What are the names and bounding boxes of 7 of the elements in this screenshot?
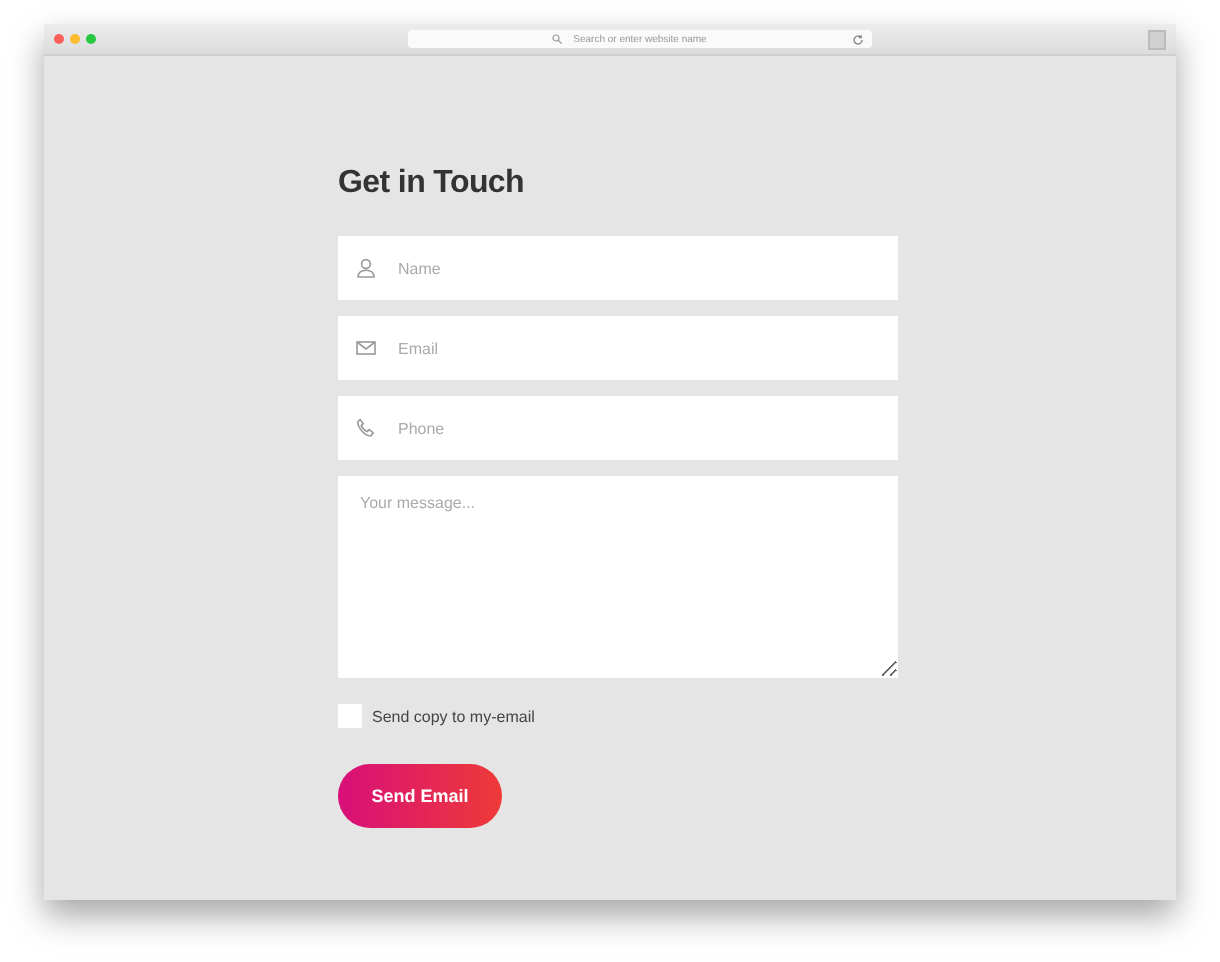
send-button[interactable]: Send Email [338, 764, 502, 828]
checkbox-label: Send copy to my-email [372, 707, 535, 725]
email-field[interactable]: Email [338, 316, 898, 380]
phone-field[interactable]: Phone [338, 396, 898, 460]
message-field[interactable]: Your message... [338, 476, 898, 678]
form-title: Get in Touch [338, 164, 526, 204]
name-field[interactable]: Name [338, 236, 898, 300]
